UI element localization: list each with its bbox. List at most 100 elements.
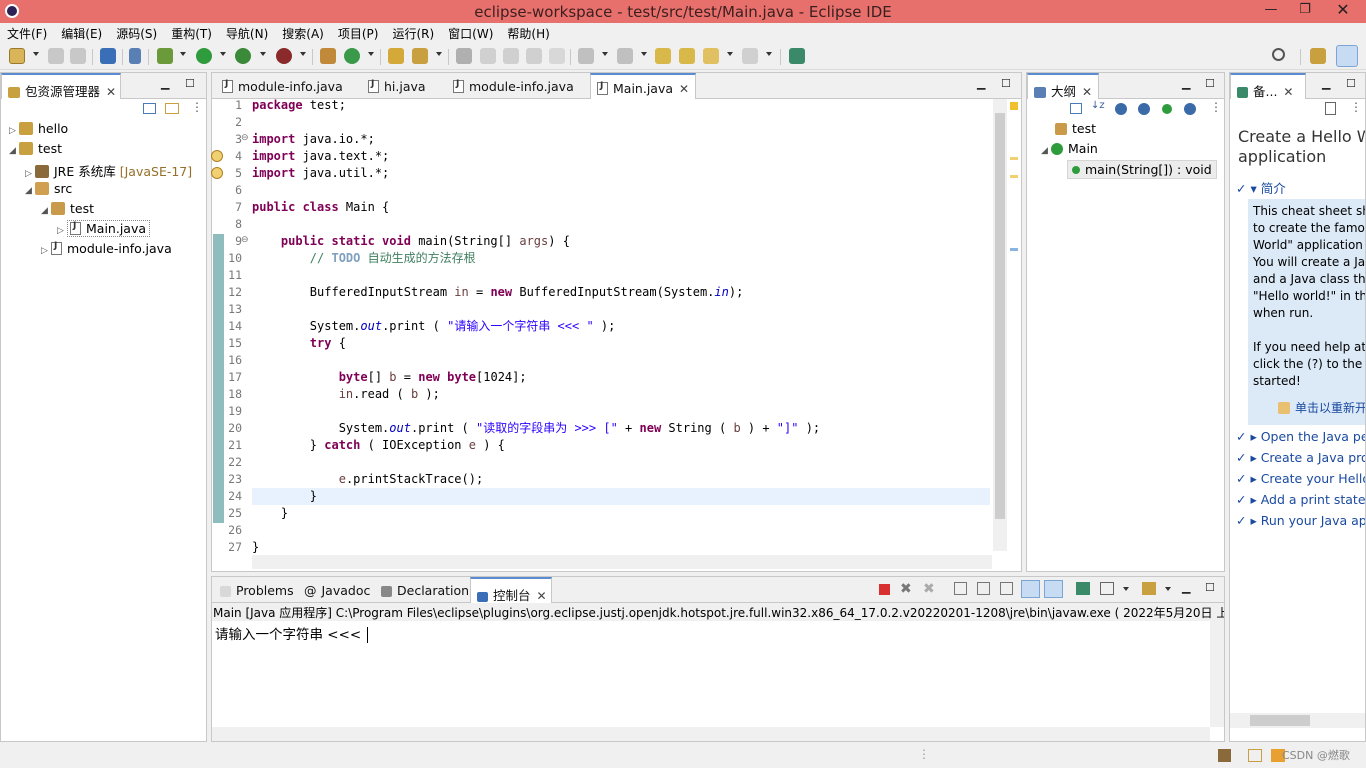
editor-vertical-scrollbar[interactable] xyxy=(993,99,1007,551)
maximize-view-icon[interactable]: ☐ xyxy=(185,77,195,90)
remove-launch-icon[interactable]: ✖ xyxy=(900,581,912,597)
last-edit-icon[interactable] xyxy=(655,48,671,64)
minimize-view-icon[interactable]: ▁ xyxy=(977,77,985,90)
restart-link[interactable]: 单击以重新开始 xyxy=(1278,399,1365,416)
code-line[interactable]: // TODO 自动生成的方法存根 xyxy=(252,250,476,267)
menu-edit[interactable]: 编辑(E) xyxy=(54,23,109,42)
tree-item-hello[interactable]: ▷ hello xyxy=(9,121,68,141)
search-tool-icon[interactable] xyxy=(412,48,428,64)
link-with-editor-icon[interactable] xyxy=(165,103,179,114)
pin-console-icon[interactable] xyxy=(1076,582,1090,595)
close-icon[interactable]: ✕ xyxy=(1283,85,1293,99)
code-line[interactable]: System.out.print ( "请输入一个字符串 <<< " ); xyxy=(252,318,616,335)
code-line[interactable]: public class Main { xyxy=(252,199,389,216)
outline-item-package[interactable]: test xyxy=(1055,121,1096,141)
code-line[interactable]: } catch ( IOException e ) { xyxy=(252,437,505,454)
cheatsheet-step[interactable]: ✓ ▸ Create a Java project xyxy=(1236,450,1365,465)
view-menu-icon[interactable]: ⋮ xyxy=(1210,100,1222,114)
tree-item-test-project[interactable]: ◢ test xyxy=(9,141,62,161)
code-line[interactable]: System.out.print ( "读取的字段串为 >>> [" + new… xyxy=(252,420,820,437)
menu-run[interactable]: 运行(R) xyxy=(385,23,441,42)
tab-declaration[interactable]: Declaration xyxy=(375,577,475,603)
terminate-icon[interactable] xyxy=(879,584,890,595)
tab-module-info-1[interactable]: module-info.java xyxy=(216,73,349,99)
menu-help[interactable]: 帮助(H) xyxy=(500,23,556,42)
minimize-button[interactable]: — xyxy=(1252,0,1290,22)
code-line[interactable]: } xyxy=(252,488,317,505)
view-menu-icon[interactable]: ⋮ xyxy=(191,100,203,114)
java-perspective-icon[interactable] xyxy=(1336,45,1358,67)
menu-navigate[interactable]: 导航(N) xyxy=(219,23,275,42)
show-stderr-icon[interactable] xyxy=(1044,580,1063,598)
section-intro-header[interactable]: ✓ ▾ 简介 xyxy=(1236,178,1286,197)
menu-file[interactable]: 文件(F) xyxy=(0,23,54,42)
menu-window[interactable]: 窗口(W) xyxy=(441,23,500,42)
debug-icon[interactable] xyxy=(157,48,173,64)
close-icon[interactable]: ✕ xyxy=(106,85,116,99)
tab-hi-java[interactable]: hi.java xyxy=(362,73,432,99)
display-console-icon[interactable] xyxy=(1100,582,1114,595)
book-icon[interactable] xyxy=(1248,749,1262,762)
tree-item-test-package[interactable]: ◢ test xyxy=(41,201,94,221)
save-all-icon[interactable] xyxy=(70,48,86,64)
cheatsheet-step[interactable]: ✓ ▸ Open the Java perspective xyxy=(1236,429,1365,444)
sort-icon[interactable]: ↓z xyxy=(1091,100,1105,111)
run-icon[interactable] xyxy=(196,48,212,64)
tab-cheatsheet[interactable]: 备... ✕ xyxy=(1230,73,1306,99)
forward-arrow-icon[interactable] xyxy=(742,48,758,64)
code-line[interactable]: package test; xyxy=(252,97,346,114)
tree-item-jre[interactable]: ▷ JRE 系统库 [JavaSE-17] xyxy=(25,161,192,181)
code-line[interactable]: byte[] b = new byte[1024]; xyxy=(252,369,527,386)
scroll-lock-icon[interactable] xyxy=(977,582,990,595)
toggle-annotation-icon[interactable] xyxy=(456,48,472,64)
tab-main-java[interactable]: Main.java✕ xyxy=(590,73,696,99)
external-tools-icon[interactable] xyxy=(276,48,292,64)
code-line[interactable]: import java.util.*; xyxy=(252,165,389,182)
fold-icon[interactable]: ⊖ xyxy=(241,235,249,245)
show-whitespace-icon[interactable] xyxy=(549,48,565,64)
tasks-icon[interactable] xyxy=(1218,749,1231,762)
console-output[interactable]: 请输入一个字符串 <<< ​ xyxy=(215,623,368,643)
word-wrap-console-icon[interactable] xyxy=(1000,582,1013,595)
code-line[interactable]: BufferedInputStream in = new BufferedInp… xyxy=(252,284,744,301)
minimize-view-icon[interactable]: ▁ xyxy=(1182,77,1190,90)
open-perspective-icon[interactable] xyxy=(1310,48,1326,64)
open-type-icon[interactable] xyxy=(388,48,404,64)
view-menu-icon[interactable]: ⋮ xyxy=(1350,100,1362,114)
console-horizontal-scrollbar[interactable] xyxy=(212,727,1210,741)
scrollbar-thumb[interactable] xyxy=(995,113,1005,519)
toggle-mark-icon[interactable] xyxy=(480,48,496,64)
skip-breakpoints-icon[interactable] xyxy=(129,48,141,64)
code-line[interactable]: public static void main(String[] args) { xyxy=(252,233,570,250)
tree-item-main-java[interactable]: ▷Main.java xyxy=(57,220,151,241)
code-line[interactable]: e.printStackTrace(); xyxy=(252,471,484,488)
remove-all-icon[interactable]: ✖ xyxy=(923,581,935,597)
close-icon[interactable]: ✕ xyxy=(679,82,689,96)
tab-outline[interactable]: 大纲 ✕ xyxy=(1027,73,1099,99)
hide-static-icon[interactable] xyxy=(1138,103,1150,115)
code-line[interactable]: import java.text.*; xyxy=(252,148,389,165)
collapse-all-icon[interactable] xyxy=(1070,103,1082,114)
maximize-view-icon[interactable]: ☐ xyxy=(1205,77,1215,90)
tab-package-explorer[interactable]: 包资源管理器 ✕ xyxy=(1,73,121,99)
previous-annotation-icon[interactable] xyxy=(617,48,633,64)
editor-horizontal-scrollbar[interactable] xyxy=(252,555,992,569)
code-line[interactable]: try { xyxy=(252,335,346,352)
new-dropdown-icon[interactable] xyxy=(33,52,39,56)
code-line[interactable]: in.read ( b ); xyxy=(252,386,440,403)
save-icon[interactable] xyxy=(48,48,64,64)
toggle-block-icon[interactable] xyxy=(503,48,519,64)
cheatsheet-step[interactable]: ✓ ▸ Run your Java application xyxy=(1236,513,1365,528)
tab-module-info-2[interactable]: module-info.java xyxy=(447,73,580,99)
code-line[interactable]: import java.io.*; xyxy=(252,131,375,148)
close-icon[interactable]: ✕ xyxy=(1082,85,1092,99)
tab-javadoc[interactable]: @ Javadoc xyxy=(298,577,376,603)
cheatsheet-step[interactable]: ✓ ▸ Create your HelloWorld class xyxy=(1236,471,1365,486)
cheatsheet-horizontal-scrollbar[interactable] xyxy=(1230,713,1365,728)
close-window-button[interactable]: ✕ xyxy=(1324,0,1362,22)
fold-icon[interactable]: ⊖ xyxy=(241,133,249,143)
pin-editor-icon[interactable] xyxy=(789,48,805,64)
show-stdout-icon[interactable] xyxy=(1021,580,1040,598)
console-vertical-scrollbar[interactable] xyxy=(1210,621,1224,727)
collapse-all-icon[interactable] xyxy=(1325,102,1336,115)
